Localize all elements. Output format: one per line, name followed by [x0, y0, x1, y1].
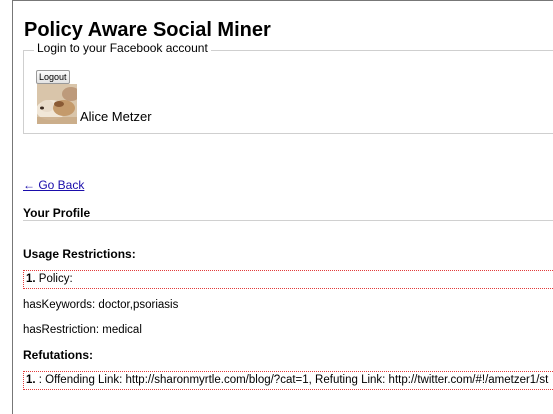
policy-label: Policy:: [35, 273, 73, 285]
avatar-photo-icon: [37, 84, 77, 124]
avatar: [37, 84, 77, 124]
profile-title: Your Profile: [23, 206, 91, 220]
logout-button[interactable]: Logout: [36, 70, 70, 84]
policy-number: 1.: [26, 273, 36, 285]
refutations-title: Refutations:: [23, 348, 93, 362]
policy-row: 1. Policy:: [23, 270, 553, 289]
usage-restrictions-title: Usage Restrictions:: [23, 247, 136, 261]
has-restriction-text: hasRestriction: medical: [23, 324, 142, 336]
app-title: Policy Aware Social Miner: [24, 19, 271, 41]
has-keywords-text: hasKeywords: doctor,psoriasis: [23, 299, 179, 311]
profile-divider: [23, 220, 553, 221]
user-name: Alice Metzer: [80, 109, 152, 124]
refutation-row: 1. : Offending Link: http://sharonmyrtle…: [23, 371, 553, 390]
go-back-link[interactable]: ← Go Back: [23, 178, 84, 192]
login-fieldset: Login to your Facebook account Logout Al…: [23, 41, 553, 134]
login-legend: Login to your Facebook account: [34, 41, 211, 55]
refutation-text: : Offending Link: http://sharonmyrtle.co…: [35, 374, 549, 386]
refutation-number: 1.: [26, 374, 36, 386]
